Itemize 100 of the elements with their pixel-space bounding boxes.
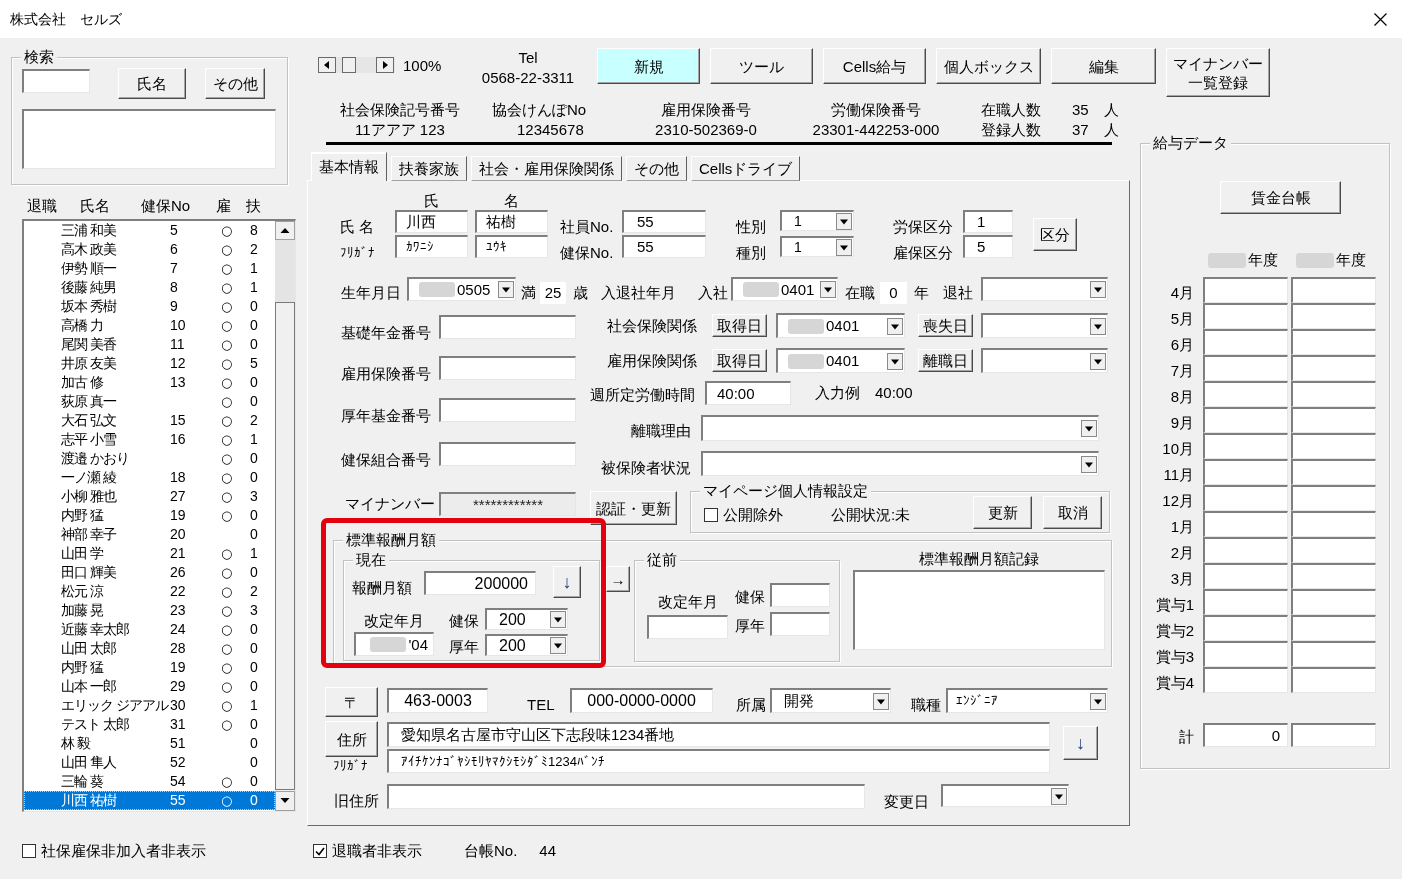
zoom-scrollbar[interactable] (318, 57, 395, 73)
list-row[interactable]: 山田 隼人 52 0 (24, 753, 275, 772)
list-row[interactable]: 山本 一郎 29 ○ 0 (24, 677, 275, 696)
list-row[interactable]: 山田 学 21 ○ 1 (24, 544, 275, 563)
input-field[interactable] (1291, 329, 1376, 355)
dropdown-field[interactable]: 0401 (776, 313, 905, 338)
input-field[interactable] (1203, 407, 1288, 433)
dropdown-field[interactable]: ｴﾝｼﾞﾆｱ (945, 688, 1108, 713)
list-row[interactable]: 小柳 雅也 27 ○ 3 (24, 487, 275, 506)
loss-date-button[interactable]: 離職日 (918, 349, 973, 372)
input-field[interactable] (1203, 563, 1288, 589)
scrollbar[interactable] (275, 221, 295, 811)
loss-date-button[interactable]: 喪失日 (918, 314, 973, 337)
dropdown-field[interactable]: 1 (780, 210, 854, 231)
list-row[interactable]: 松元 涼 22 ○ 2 (24, 582, 275, 601)
list-row[interactable]: 川西 祐樹 55 ○ 0 (24, 791, 275, 810)
list-row[interactable]: 尾関 美香 11 ○ 0 (24, 335, 275, 354)
input-field[interactable] (1203, 459, 1288, 485)
wage-ledger-button[interactable]: 賃金台帳 (1220, 181, 1341, 214)
list-row[interactable]: 加古 修 13 ○ 0 (24, 373, 275, 392)
dropdown-field[interactable] (981, 348, 1108, 373)
dropdown-field[interactable] (981, 277, 1108, 301)
list-row[interactable]: 渡邉 かおり ○ 0 (24, 449, 275, 468)
postal-button[interactable]: 〒 (325, 687, 378, 717)
input-field[interactable] (770, 612, 830, 636)
input-field[interactable] (1291, 277, 1376, 303)
input-field[interactable]: 5 (963, 235, 1013, 258)
list-row[interactable]: 近藤 幸太郎 24 ○ 0 (24, 620, 275, 639)
list-row[interactable]: 後藤 純男 8 ○ 1 (24, 278, 275, 297)
input-field[interactable] (1203, 641, 1288, 667)
input-field[interactable]: 1 (963, 210, 1013, 233)
list-row[interactable]: 高橋 力 10 ○ 0 (24, 316, 275, 335)
input-field[interactable] (439, 356, 576, 380)
list-row[interactable]: 坂本 秀樹 9 ○ 0 (24, 297, 275, 316)
list-row[interactable]: 林 毅 51 0 (24, 734, 275, 753)
acquire-date-button[interactable]: 取得日 (712, 349, 767, 372)
search-field[interactable] (22, 69, 90, 93)
input-field[interactable] (1291, 589, 1376, 615)
toolbar-button[interactable]: 新規 (597, 48, 700, 84)
input-field[interactable]: 愛知県名古屋市守山区下志段味1234番地 (387, 722, 1050, 747)
tab[interactable]: 扶養家族 (391, 156, 467, 181)
dropdown-field[interactable]: 開発 (769, 688, 891, 713)
checkbox[interactable] (313, 844, 327, 858)
checkbox[interactable] (22, 844, 36, 858)
input-field[interactable]: 000-0000-0000 (569, 688, 713, 713)
search-button[interactable]: 氏名 (118, 68, 186, 99)
checkbox[interactable] (704, 508, 718, 522)
search-button[interactable]: その他 (205, 68, 265, 99)
input-field[interactable]: 0 (1203, 723, 1288, 747)
input-field[interactable] (1291, 667, 1376, 693)
input-field[interactable] (1291, 537, 1376, 563)
list-row[interactable]: 伊勢 順一 7 ○ 1 (24, 259, 275, 278)
list-row[interactable]: 三輪 葵 54 ○ 0 (24, 772, 275, 791)
list-row[interactable]: 神部 幸子 20 0 (24, 525, 275, 544)
tab[interactable]: 社会・雇用保険関係 (471, 156, 622, 181)
dropdown-field[interactable]: 200 (485, 608, 568, 630)
toolbar-button[interactable]: ツール (710, 48, 813, 84)
input-field[interactable] (1203, 485, 1288, 511)
input-field[interactable]: '04 (354, 632, 434, 656)
dropdown-field[interactable]: 0401 (731, 277, 838, 301)
address-button[interactable]: 住所 (325, 721, 378, 757)
input-field[interactable] (1203, 615, 1288, 641)
input-field[interactable] (647, 615, 728, 639)
input-field[interactable] (1291, 511, 1376, 537)
input-field[interactable] (1291, 563, 1376, 589)
toolbar-button[interactable]: 編集 (1051, 48, 1156, 84)
acquire-date-button[interactable]: 取得日 (712, 314, 767, 337)
toolbar-button[interactable]: 個人ボックス (936, 48, 1041, 84)
toolbar-button[interactable]: マイナンバー一覧登録 (1166, 48, 1270, 97)
input-field[interactable] (1203, 511, 1288, 537)
input-field[interactable]: 祐樹 (475, 210, 548, 233)
update-button[interactable]: 更新 (973, 496, 1032, 529)
input-field[interactable] (770, 583, 830, 607)
list-row[interactable]: 井原 友美 12 ○ 5 (24, 354, 275, 373)
arrow-button[interactable]: ↓ (1063, 726, 1098, 760)
list-row[interactable]: 山田 太郎 28 ○ 0 (24, 639, 275, 658)
tab[interactable]: その他 (626, 156, 687, 181)
list-row[interactable]: 三浦 和美 5 ○ 8 (24, 221, 275, 240)
input-field[interactable]: ｱｲﾁｹﾝﾅｺﾞﾔｼﾓﾘﾔﾏｸｼﾓｼﾀﾞﾐ1234ﾊﾞﾝﾁ (387, 749, 1050, 773)
input-field[interactable] (1203, 277, 1288, 303)
input-field[interactable] (1291, 641, 1376, 667)
input-field[interactable] (387, 784, 865, 809)
input-field[interactable]: 463-0003 (387, 688, 488, 713)
input-field[interactable]: 55 (622, 235, 706, 258)
input-field[interactable] (1291, 615, 1376, 641)
input-field[interactable]: 200000 (424, 571, 536, 595)
input-field[interactable]: ｶﾜﾆｼ (395, 235, 468, 258)
dropdown-field[interactable] (701, 451, 1099, 476)
class-button[interactable]: 区分 (1033, 218, 1077, 251)
dropdown-field[interactable] (981, 313, 1108, 338)
toolbar-button[interactable]: Cells給与 (823, 48, 926, 84)
list-row[interactable]: テスト 太郎 31 ○ 0 (24, 715, 275, 734)
dropdown-field[interactable]: 200 (485, 634, 568, 656)
tab[interactable]: 基本情報 (311, 152, 387, 181)
list-row[interactable]: 内野 猛 19 ○ 0 (24, 506, 275, 525)
input-field[interactable]: 55 (622, 210, 706, 233)
input-field[interactable] (1203, 381, 1288, 407)
list-row[interactable]: 大石 弘文 15 ○ 2 (24, 411, 275, 430)
dropdown-field[interactable]: 0401 (776, 348, 905, 373)
input-field[interactable]: ﾕｳｷ (475, 235, 548, 258)
